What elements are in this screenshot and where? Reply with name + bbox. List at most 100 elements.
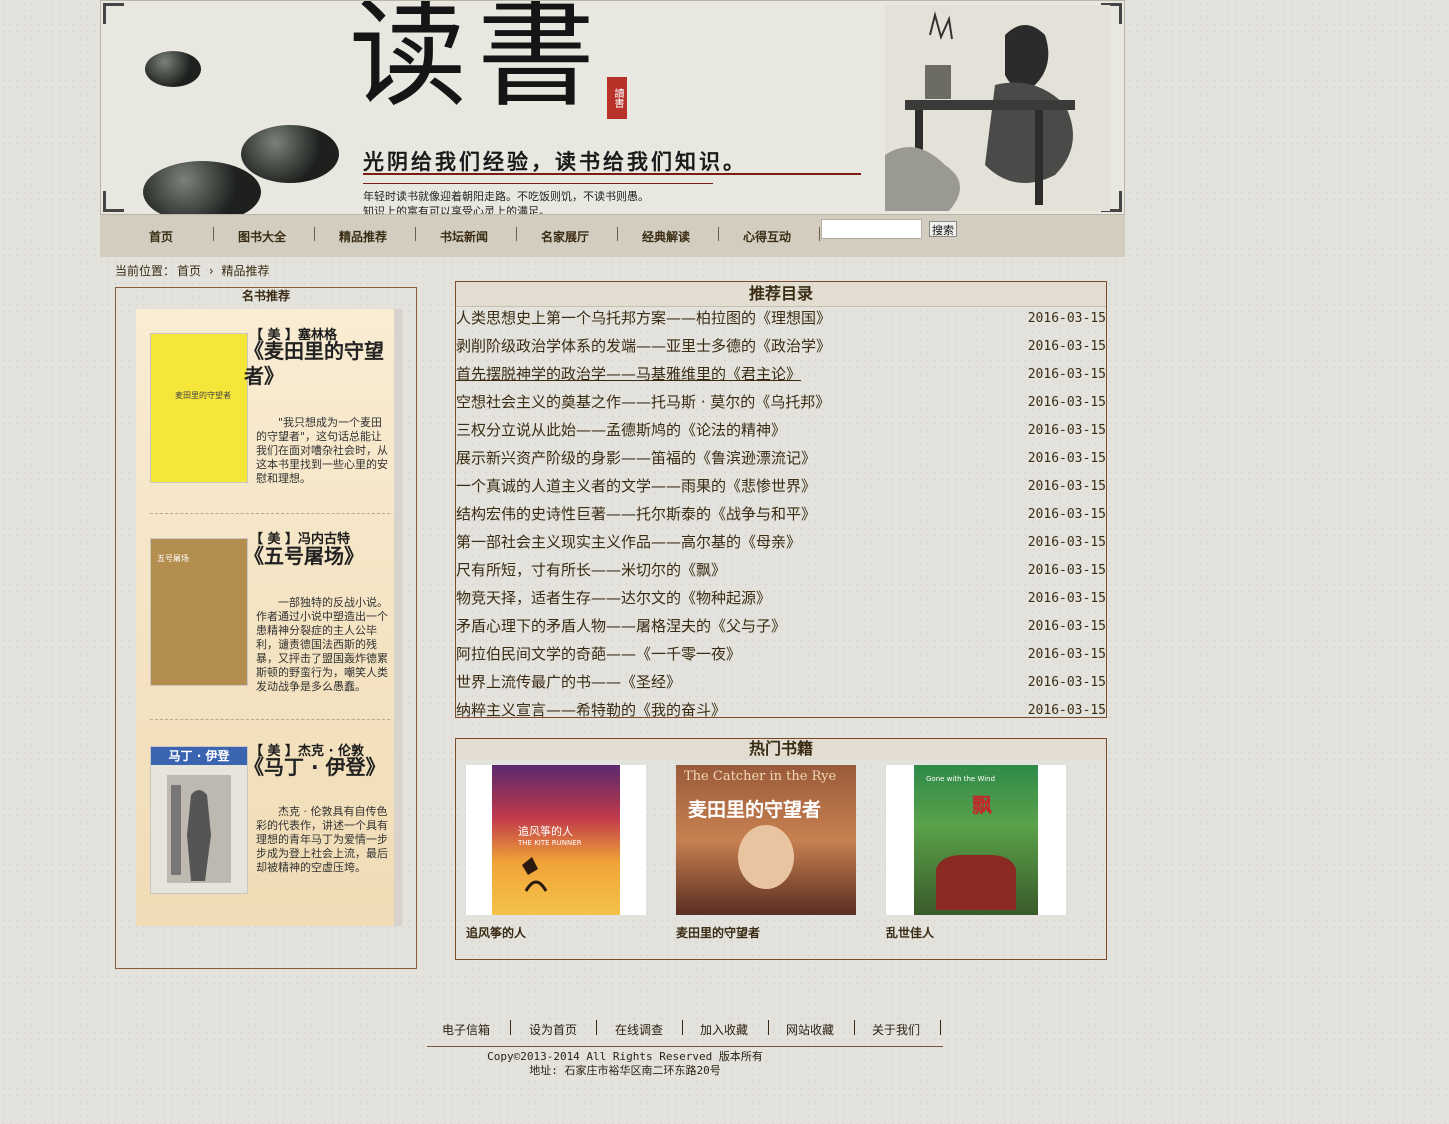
nav-classic-reading[interactable]: 经典解读 (642, 228, 690, 245)
search-button[interactable]: 搜索 (929, 221, 957, 237)
list-item-date: 2016-03-15 (1027, 647, 1106, 662)
footer-divider (427, 1046, 943, 1047)
list-item: 空想社会主义的奠基之作——托马斯 · 莫尔的《乌托邦》 2016-03-15 (456, 391, 1106, 419)
breadcrumb-home-link[interactable]: 首页 (177, 264, 201, 278)
famous-books-list: 麦田里的守望者 【 美 】塞林格 《麦田里的守望者》 "我只想成为一个麦田的守望… (136, 309, 402, 926)
nav-interaction[interactable]: 心得互动 (743, 228, 791, 245)
nav-separator (718, 227, 719, 241)
book-cover[interactable]: 马丁 · 伊登 (150, 746, 248, 894)
footer-links: 电子信箱 设为首页 在线调查 加入收藏 网站收藏 关于我们 (427, 1019, 947, 1037)
list-item-link[interactable]: 世界上流传最广的书——《圣经》 (456, 673, 681, 691)
famous-book-item[interactable]: 五号屠场 【 美 】冯内古特 《五号屠场》 一部独特的反战小说。作者通过小说中塑… (150, 532, 394, 734)
list-item: 人类思想史上第一个乌托邦方案——柏拉图的《理想国》 2016-03-15 (456, 307, 1106, 335)
banner-divider (363, 173, 861, 175)
list-item-date: 2016-03-15 (1027, 395, 1106, 410)
nav-news[interactable]: 书坛新闻 (440, 228, 488, 245)
list-item-date: 2016-03-15 (1027, 535, 1106, 550)
nav-book-catalog[interactable]: 图书大全 (238, 228, 286, 245)
list-item-link[interactable]: 一个真诚的人道主义者的文学——雨果的《悲惨世界》 (456, 477, 816, 495)
scholar-illustration (885, 5, 1110, 211)
hot-book-item[interactable]: The Catcher in the Rye 麦田里的守望者 麦田里的守望者 (676, 765, 856, 941)
list-item-date: 2016-03-15 (1027, 507, 1106, 522)
list-item: 结构宏伟的史诗性巨著——托尔斯泰的《战争与和平》 2016-03-15 (456, 503, 1106, 531)
footer-link-about[interactable]: 关于我们 (872, 1021, 920, 1038)
book-title[interactable]: 《五号屠场》 (244, 544, 394, 569)
list-item-link[interactable]: 剥削阶级政治学体系的发端——亚里士多德的《政治学》 (456, 337, 831, 355)
hot-book-name[interactable]: 乱世佳人 (886, 924, 1066, 941)
footer-link-site-favorite[interactable]: 网站收藏 (786, 1021, 834, 1038)
book-cover[interactable]: 五号屠场 (150, 538, 248, 686)
footer-separator (510, 1020, 511, 1035)
list-item-link[interactable]: 物竞天择，适者生存——达尔文的《物种起源》 (456, 589, 771, 607)
famous-book-item[interactable]: 麦田里的守望者 【 美 】塞林格 《麦田里的守望者》 "我只想成为一个麦田的守望… (150, 328, 394, 529)
nav-famous-authors[interactable]: 名家展厅 (541, 228, 589, 245)
footer-separator (682, 1020, 683, 1035)
list-item: 一个真诚的人道主义者的文学——雨果的《悲惨世界》 2016-03-15 (456, 475, 1106, 503)
list-item-link[interactable]: 纳粹主义宣言——希特勒的《我的奋斗》 (456, 701, 726, 719)
breadcrumb-label: 当前位置： (115, 264, 176, 278)
list-item-date: 2016-03-15 (1027, 451, 1106, 466)
list-item: 世界上流传最广的书——《圣经》 2016-03-15 (456, 671, 1106, 699)
list-item-link[interactable]: 人类思想史上第一个乌托邦方案——柏拉图的《理想国》 (456, 309, 831, 327)
book-description: 杰克 · 伦敦具有自传色彩的代表作，讲述一个具有理想的青年马丁为爱情一步步成为登… (256, 805, 388, 874)
book-cover[interactable]: 追风筝的人 THE KITE RUNNER (466, 765, 646, 915)
list-item-link[interactable]: 结构宏伟的史诗性巨著——托尔斯泰的《战争与和平》 (456, 505, 816, 523)
list-item-link[interactable]: 矛盾心理下的矛盾人物——屠格涅夫的《父与子》 (456, 617, 786, 635)
list-item-link[interactable]: 首先摆脱神学的政治学——马基雅维里的《君主论》 (456, 365, 801, 383)
hot-book-item[interactable]: 追风筝的人 THE KITE RUNNER 追风筝的人 (466, 765, 646, 941)
list-item-link[interactable]: 尺有所短，寸有所长——米切尔的《飘》 (456, 561, 726, 579)
book-cover-illustration (522, 857, 548, 892)
list-item-date: 2016-03-15 (1027, 479, 1106, 494)
banner-subtitle: 年轻时读书就像迎着朝阳走路。不吃饭则饥，不读书则愚。 知识上的富有可以享受心灵上… (363, 189, 649, 215)
list-item-link[interactable]: 三权分立说从此始——孟德斯鸠的《论法的精神》 (456, 421, 786, 439)
book-title[interactable]: 《麦田里的守望者》 (244, 339, 394, 389)
hot-book-name[interactable]: 麦田里的守望者 (676, 924, 856, 941)
list-item: 尺有所短，寸有所长——米切尔的《飘》 2016-03-15 (456, 559, 1106, 587)
recommended-list: 人类思想史上第一个乌托邦方案——柏拉图的《理想国》 2016-03-15 剥削阶级… (456, 307, 1106, 727)
search-input[interactable] (821, 219, 922, 239)
list-item-link[interactable]: 空想社会主义的奠基之作——托马斯 · 莫尔的《乌托邦》 (456, 393, 830, 411)
copyright-text: Copy©2013-2014 All Rights Reserved 版本所有 (487, 1050, 763, 1063)
book-description: "我只想成为一个麦田的守望者"，这句话总能让我们在面对嘈杂社会时，从这本书里找到… (256, 416, 388, 485)
footer-separator (596, 1020, 597, 1035)
famous-book-item[interactable]: 马丁 · 伊登 【 美 】杰克 · 伦敦 《马丁 · 伊登》 杰克 · 伦敦具有… (150, 744, 394, 924)
banner-stone (241, 125, 339, 183)
book-cover[interactable]: The Catcher in the Rye 麦田里的守望者 (676, 765, 856, 915)
banner-seal: 讀書 (607, 77, 627, 119)
list-item-link[interactable]: 第一部社会主义现实主义作品——高尔基的《母亲》 (456, 533, 801, 551)
banner-stone (143, 161, 261, 214)
breadcrumb-current: 精品推荐 (221, 264, 270, 278)
book-cover[interactable]: 飘 Gone with the Wind (886, 765, 1066, 915)
footer-link-survey[interactable]: 在线调查 (615, 1021, 663, 1038)
hot-book-item[interactable]: 飘 Gone with the Wind 乱世佳人 (886, 765, 1066, 941)
book-cover[interactable]: 麦田里的守望者 (150, 333, 248, 483)
nav-recommended[interactable]: 精品推荐 (339, 228, 387, 245)
list-item-date: 2016-03-15 (1027, 591, 1106, 606)
famous-books-panel: 名书推荐 麦田里的守望者 【 美 】塞林格 《麦田里的守望者》 "我只想成为一个… (115, 287, 417, 969)
list-item: 物竞天择，适者生存——达尔文的《物种起源》 2016-03-15 (456, 587, 1106, 615)
book-cover-illustration (167, 775, 231, 883)
nav-separator (617, 227, 618, 241)
list-item: 三权分立说从此始——孟德斯鸠的《论法的精神》 2016-03-15 (456, 419, 1106, 447)
banner-title: 读書 (349, 0, 606, 123)
list-item-date: 2016-03-15 (1027, 311, 1106, 326)
list-item: 剥削阶级政治学体系的发端——亚里士多德的《政治学》 2016-03-15 (456, 335, 1106, 363)
footer-link-set-homepage[interactable]: 设为首页 (529, 1021, 577, 1038)
banner-corner-ornament (103, 191, 124, 212)
list-item-link[interactable]: 阿拉伯民间文学的奇葩——《一千零一夜》 (456, 645, 741, 663)
list-item-date: 2016-03-15 (1027, 675, 1106, 690)
hot-book-name[interactable]: 追风筝的人 (466, 924, 646, 941)
list-item-link[interactable]: 展示新兴资产阶级的身影——笛福的《鲁滨逊漂流记》 (456, 449, 816, 467)
footer-link-email[interactable]: 电子信箱 (442, 1021, 490, 1038)
book-cover-title: 马丁 · 伊登 (151, 747, 247, 765)
footer-link-add-favorite[interactable]: 加入收藏 (700, 1021, 748, 1038)
banner-corner-ornament (103, 3, 124, 24)
book-cover-title: 飘 (972, 793, 992, 817)
address-text: 地址: 石家庄市裕华区南二环东路20号 (529, 1064, 721, 1077)
banner-subtitle-line: 知识上的富有可以享受心灵上的满足。 (363, 205, 550, 215)
nav-home[interactable]: 首页 (149, 228, 173, 245)
list-item-date: 2016-03-15 (1027, 619, 1106, 634)
book-title[interactable]: 《马丁 · 伊登》 (244, 755, 404, 780)
book-cover-title: 五号屠场 (157, 554, 189, 563)
list-item: 纳粹主义宣言——希特勒的《我的奋斗》 2016-03-15 (456, 699, 1106, 727)
